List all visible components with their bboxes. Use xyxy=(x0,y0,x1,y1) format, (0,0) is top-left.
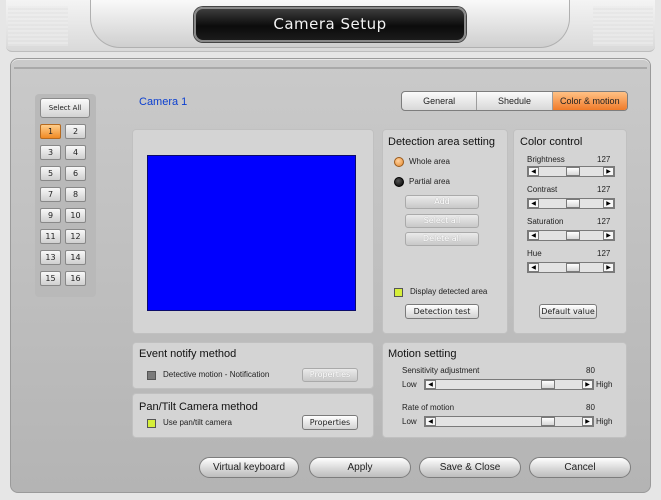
sensitivity-slider[interactable]: ◀ ▶ xyxy=(424,379,594,390)
event-properties-button[interactable]: Properties xyxy=(302,368,358,382)
display-detected-label: Display detected area xyxy=(410,287,488,296)
brightness-label: Brightness xyxy=(527,155,565,164)
pan-tilt-properties-button[interactable]: Properties xyxy=(302,415,358,430)
sensitivity-low-label: Low xyxy=(402,380,417,389)
sensitivity-increase-icon[interactable]: ▶ xyxy=(582,380,593,389)
rate-increase-icon[interactable]: ▶ xyxy=(582,417,593,426)
rate-low-label: Low xyxy=(402,417,417,426)
brightness-thumb[interactable] xyxy=(566,167,580,176)
saturation-label: Saturation xyxy=(527,217,564,226)
default-value-button[interactable]: Default value xyxy=(539,304,597,319)
contrast-thumb[interactable] xyxy=(566,199,580,208)
hue-decrease-icon[interactable]: ◀ xyxy=(528,263,539,272)
display-detected-checkbox[interactable] xyxy=(394,288,403,297)
virtual-keyboard-button[interactable]: Virtual keyboard xyxy=(199,457,299,478)
camera-button-8[interactable]: 8 xyxy=(65,187,86,202)
whole-area-radio[interactable] xyxy=(394,157,404,167)
brightness-decrease-icon[interactable]: ◀ xyxy=(528,167,539,176)
partial-area-radio[interactable] xyxy=(394,177,404,187)
camera-button-6[interactable]: 6 xyxy=(65,166,86,181)
contrast-decrease-icon[interactable]: ◀ xyxy=(528,199,539,208)
hue-label: Hue xyxy=(527,249,542,258)
brightness-value: 127 xyxy=(597,155,611,164)
camera-button-11[interactable]: 11 xyxy=(40,229,61,244)
camera-button-7[interactable]: 7 xyxy=(40,187,61,202)
add-area-button[interactable]: Add xyxy=(405,195,479,209)
camera-button-1[interactable]: 1 xyxy=(40,124,61,139)
rate-high-label: High xyxy=(596,417,613,426)
sensitivity-value: 80 xyxy=(586,366,595,375)
sensitivity-thumb[interactable] xyxy=(541,380,555,389)
camera-button-3[interactable]: 3 xyxy=(40,145,61,160)
camera-preview[interactable] xyxy=(147,155,356,311)
sensitivity-decrease-icon[interactable]: ◀ xyxy=(425,380,436,389)
detection-heading: Detection area setting xyxy=(388,136,496,148)
rate-thumb[interactable] xyxy=(541,417,555,426)
brightness-increase-icon[interactable]: ▶ xyxy=(603,167,614,176)
select-all-cameras-button[interactable]: Select All xyxy=(40,98,90,118)
camera-button-13[interactable]: 13 xyxy=(40,250,61,265)
contrast-value: 127 xyxy=(597,185,611,194)
camera-button-16[interactable]: 16 xyxy=(65,271,86,286)
event-notify-heading: Event notify method xyxy=(139,348,237,360)
partial-area-label: Partial area xyxy=(409,177,450,186)
cancel-button[interactable]: Cancel xyxy=(529,457,631,478)
camera-label: Camera 1 xyxy=(139,96,188,108)
sensitivity-high-label: High xyxy=(596,380,613,389)
title-bar-pattern-left xyxy=(8,6,68,46)
saturation-thumb[interactable] xyxy=(566,231,580,240)
sensitivity-label: Sensitivity adjustment xyxy=(402,366,480,375)
window-title: Camera Setup xyxy=(194,7,466,42)
pan-tilt-label: Use pan/tilt camera xyxy=(163,418,232,427)
whole-area-label: Whole area xyxy=(409,157,450,166)
hue-slider[interactable]: ◀ ▶ xyxy=(527,262,615,273)
camera-button-2[interactable]: 2 xyxy=(65,124,86,139)
motion-heading: Motion setting xyxy=(388,348,457,360)
camera-button-12[interactable]: 12 xyxy=(65,229,86,244)
apply-button[interactable]: Apply xyxy=(309,457,411,478)
camera-button-10[interactable]: 10 xyxy=(65,208,86,223)
camera-button-15[interactable]: 15 xyxy=(40,271,61,286)
panel-divider xyxy=(14,67,647,69)
hue-increase-icon[interactable]: ▶ xyxy=(603,263,614,272)
saturation-decrease-icon[interactable]: ◀ xyxy=(528,231,539,240)
camera-button-9[interactable]: 9 xyxy=(40,208,61,223)
tab-schedule[interactable]: Shedule xyxy=(477,92,553,110)
camera-button-4[interactable]: 4 xyxy=(65,145,86,160)
detective-motion-checkbox[interactable] xyxy=(147,371,156,380)
rate-value: 80 xyxy=(586,403,595,412)
contrast-slider[interactable]: ◀ ▶ xyxy=(527,198,615,209)
saturation-value: 127 xyxy=(597,217,611,226)
saturation-increase-icon[interactable]: ▶ xyxy=(603,231,614,240)
detective-motion-label: Detective motion - Notification xyxy=(163,370,270,379)
camera-button-5[interactable]: 5 xyxy=(40,166,61,181)
camera-button-14[interactable]: 14 xyxy=(65,250,86,265)
contrast-increase-icon[interactable]: ▶ xyxy=(603,199,614,208)
rate-slider[interactable]: ◀ ▶ xyxy=(424,416,594,427)
color-control-heading: Color control xyxy=(520,136,583,148)
tab-bar: General Shedule Color & motion xyxy=(401,91,628,111)
delete-all-areas-button[interactable]: Delete all xyxy=(405,232,479,246)
tab-general[interactable]: General xyxy=(402,92,478,110)
rate-label: Rate of motion xyxy=(402,403,455,412)
app-window: Camera Setup Select All 1 2 3 4 5 6 7 8 … xyxy=(0,0,661,500)
pan-tilt-heading: Pan/Tilt Camera method xyxy=(139,401,258,413)
select-all-areas-button[interactable]: Select all xyxy=(405,214,479,228)
rate-decrease-icon[interactable]: ◀ xyxy=(425,417,436,426)
contrast-label: Contrast xyxy=(527,185,558,194)
save-close-button[interactable]: Save & Close xyxy=(419,457,521,478)
detection-test-button[interactable]: Detection test xyxy=(405,304,479,319)
saturation-slider[interactable]: ◀ ▶ xyxy=(527,230,615,241)
brightness-slider[interactable]: ◀ ▶ xyxy=(527,166,615,177)
tab-color-motion[interactable]: Color & motion xyxy=(552,92,627,110)
pan-tilt-checkbox[interactable] xyxy=(147,419,156,428)
hue-thumb[interactable] xyxy=(566,263,580,272)
title-bar-pattern-right xyxy=(593,6,653,46)
hue-value: 127 xyxy=(597,249,611,258)
